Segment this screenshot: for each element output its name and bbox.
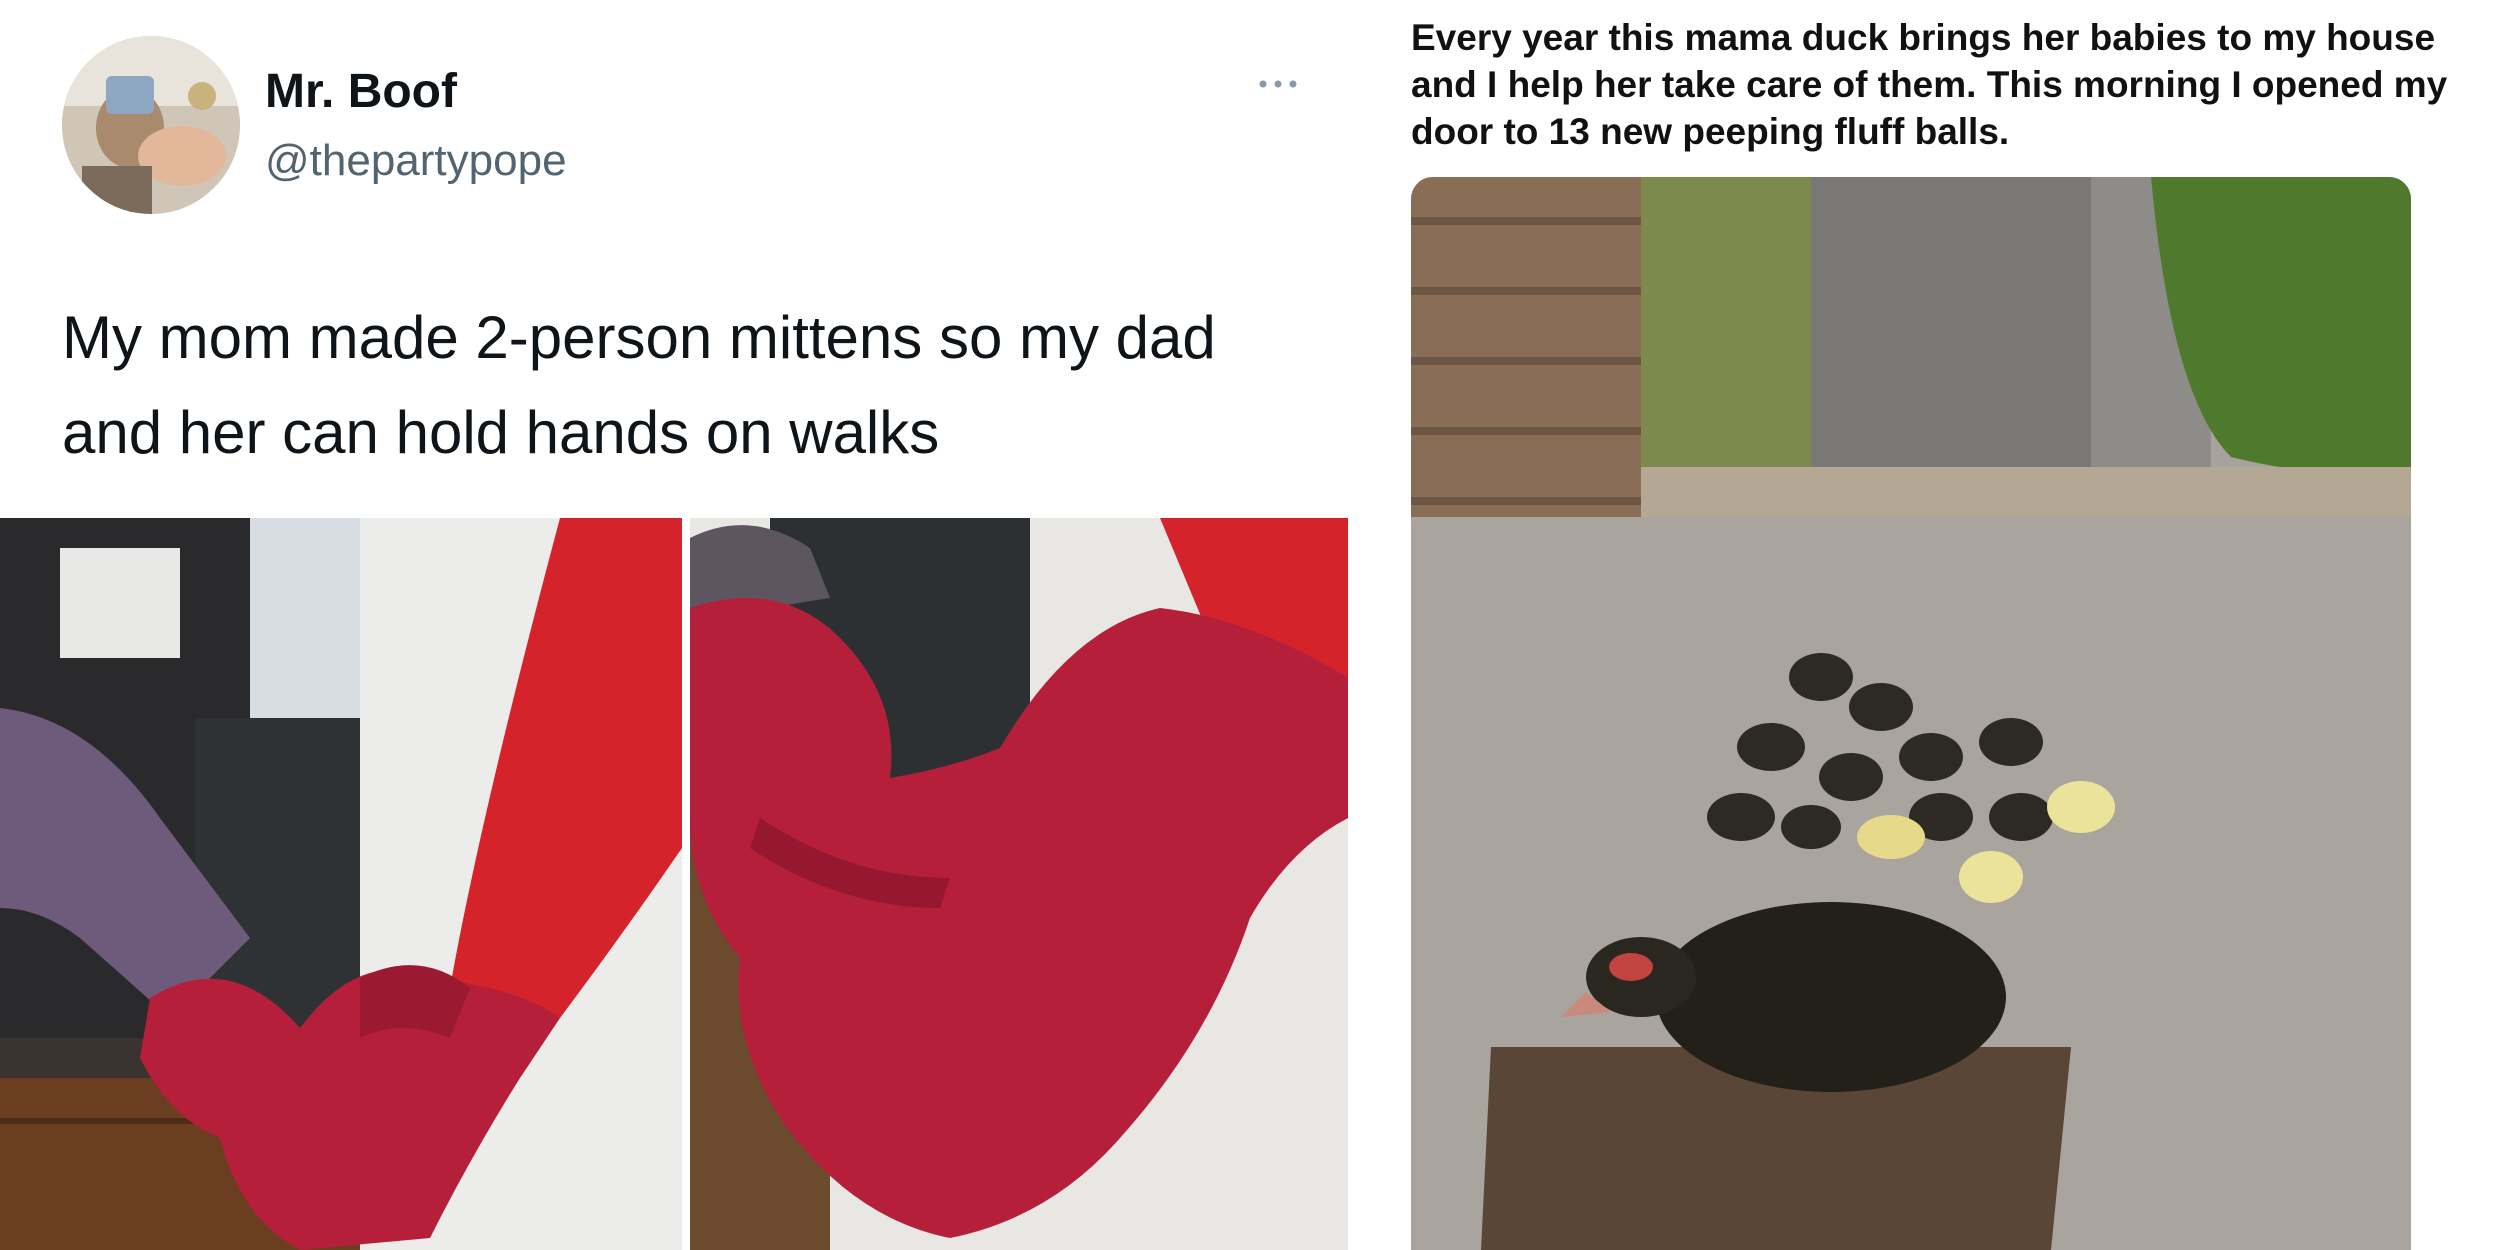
tweet-photo-mitten-closeup[interactable] (690, 518, 1348, 1250)
user-handle[interactable]: @thepartypope (265, 136, 567, 186)
more-options-icon[interactable] (1253, 72, 1303, 96)
avatar-image (62, 36, 240, 214)
display-name[interactable]: Mr. Boof (265, 64, 457, 119)
avatar[interactable] (62, 36, 240, 214)
photo-divider (682, 518, 690, 1250)
tweet-card: Mr. Boof @thepartypope My mom made 2-per… (0, 0, 1348, 1250)
duck-post: Every year this mama duck brings her bab… (1348, 0, 2500, 1250)
post-photo-duck-family[interactable] (1411, 177, 2411, 1250)
tweet-text: My mom made 2-person mittens so my dad a… (62, 304, 1216, 466)
post-caption: Every year this mama duck brings her bab… (1411, 17, 2448, 152)
tweet-photo-mitten-hands[interactable] (0, 518, 682, 1250)
